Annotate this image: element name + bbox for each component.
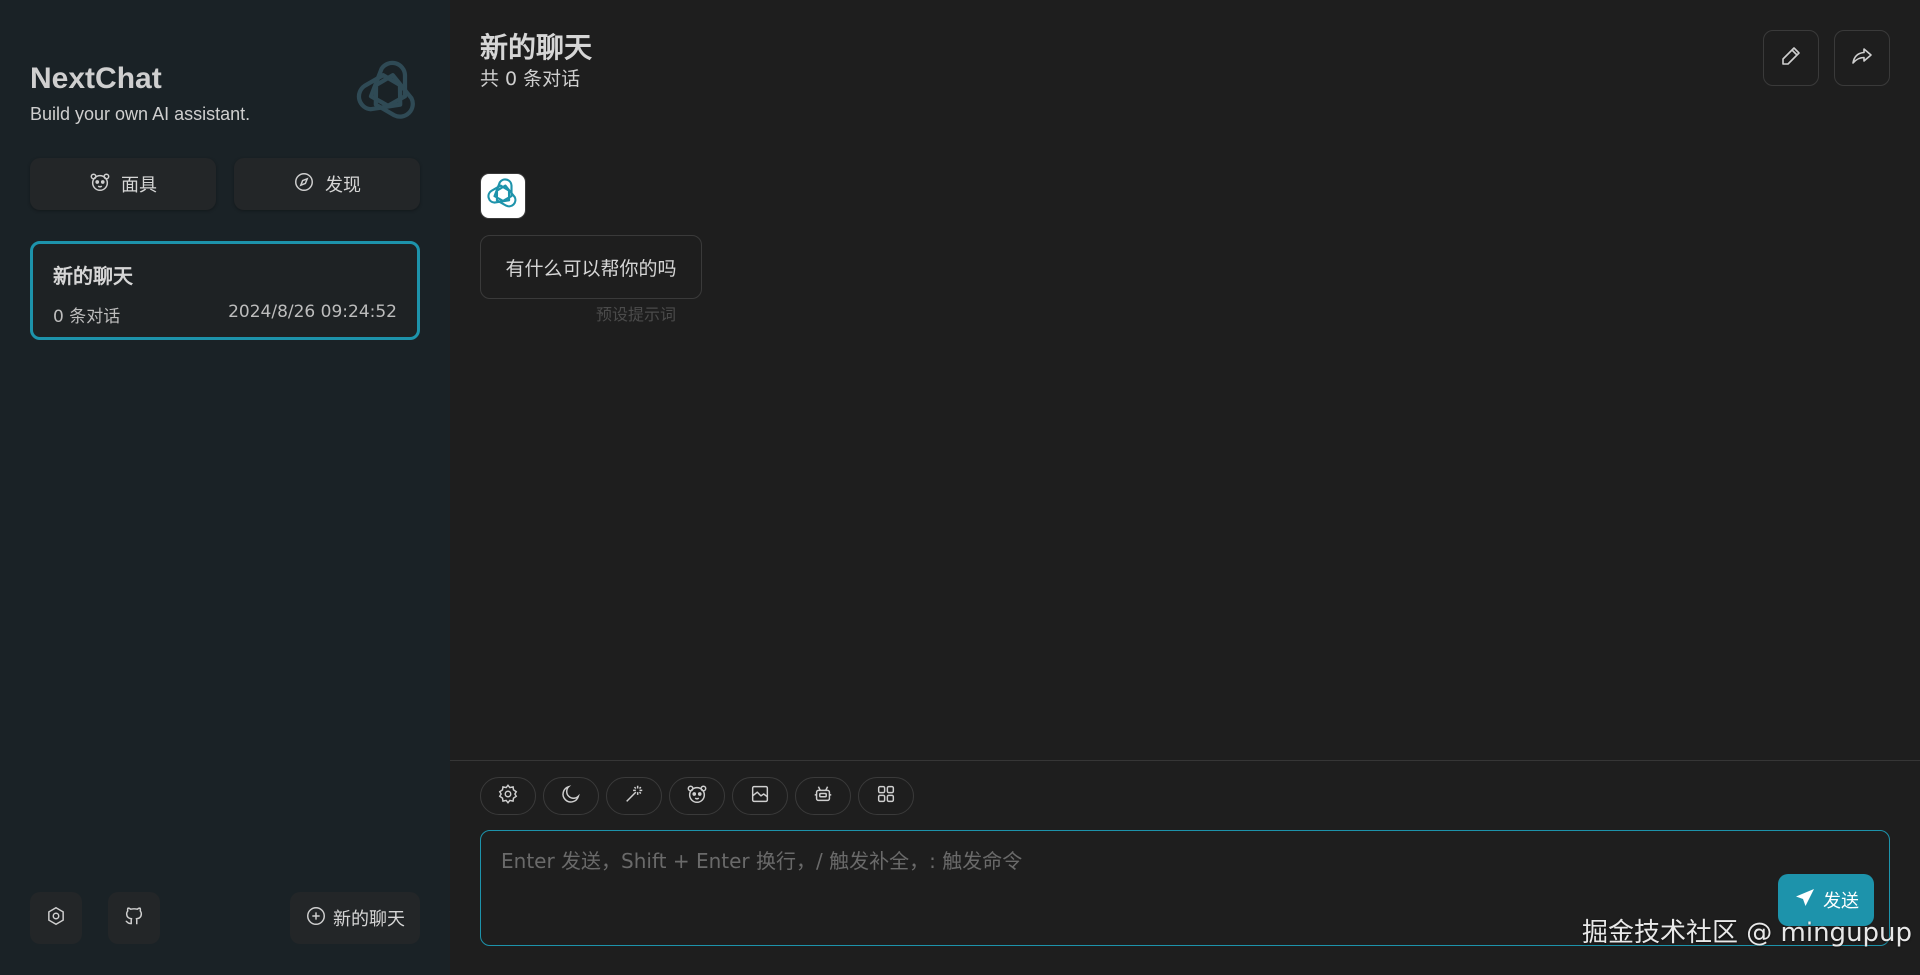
discover-button[interactable]: 发现 — [234, 158, 420, 210]
send-button-label: 发送 — [1823, 891, 1859, 912]
app-name: NextChat — [30, 62, 162, 95]
mask-tool-button[interactable] — [669, 777, 725, 815]
edit-title-button[interactable] — [1763, 30, 1819, 86]
settings-icon — [497, 783, 519, 809]
image-icon — [749, 783, 771, 809]
chat-list-item[interactable]: 新的聊天 0 条对话 2024/8/26 09:24:52 — [30, 241, 420, 340]
watermark: 掘金技术社区 @ mingupup — [1582, 918, 1913, 948]
theme-toggle-button[interactable] — [543, 777, 599, 815]
compass-icon — [293, 171, 315, 198]
github-button[interactable] — [108, 892, 160, 944]
app-tagline: Build your own AI assistant. — [30, 104, 251, 124]
mask-icon — [686, 783, 708, 809]
new-chat-button-label: 新的聊天 — [333, 909, 405, 930]
assistant-message-bubble: 有什么可以帮你的吗 — [480, 235, 702, 299]
chat-subtitle: 共 0 条对话 — [480, 68, 581, 90]
plus-circle-icon — [305, 905, 327, 932]
settings-icon — [45, 905, 67, 931]
chat-settings-button[interactable] — [480, 777, 536, 815]
moon-icon — [560, 783, 582, 809]
settings-button[interactable] — [30, 892, 82, 944]
edit-icon — [1779, 44, 1803, 72]
share-button[interactable] — [1834, 30, 1890, 86]
send-icon — [1793, 886, 1817, 915]
chat-item-timestamp: 2024/8/26 09:24:52 — [228, 302, 397, 322]
mask-button-label: 面具 — [121, 175, 157, 196]
input-divider — [450, 760, 1920, 761]
discover-button-label: 发现 — [325, 175, 361, 196]
assistant-avatar — [480, 173, 526, 219]
message-note: 预设提示词 — [596, 305, 677, 324]
chat-item-title: 新的聊天 — [53, 264, 133, 288]
new-chat-button[interactable]: 新的聊天 — [290, 892, 420, 944]
image-upload-button[interactable] — [732, 777, 788, 815]
mask-button[interactable]: 面具 — [30, 158, 216, 210]
sidebar: NextChat Build your own AI assistant. 面具… — [0, 0, 450, 975]
grid-icon — [875, 783, 897, 809]
model-select-button[interactable] — [795, 777, 851, 815]
prompt-button[interactable] — [606, 777, 662, 815]
openai-logo-icon — [354, 58, 422, 126]
magic-wand-icon — [623, 783, 645, 809]
share-icon — [1850, 44, 1874, 72]
robot-icon — [812, 783, 834, 809]
chat-item-count: 0 条对话 — [53, 307, 121, 327]
github-icon — [123, 905, 145, 931]
chat-main: 新的聊天 共 0 条对话 有什么可以帮你的吗 预设提示词 Enter 发送，Sh… — [450, 0, 1920, 975]
openai-logo-icon — [486, 177, 520, 215]
mask-icon — [89, 171, 111, 198]
plugins-button[interactable] — [858, 777, 914, 815]
chat-title: 新的聊天 — [480, 31, 593, 64]
